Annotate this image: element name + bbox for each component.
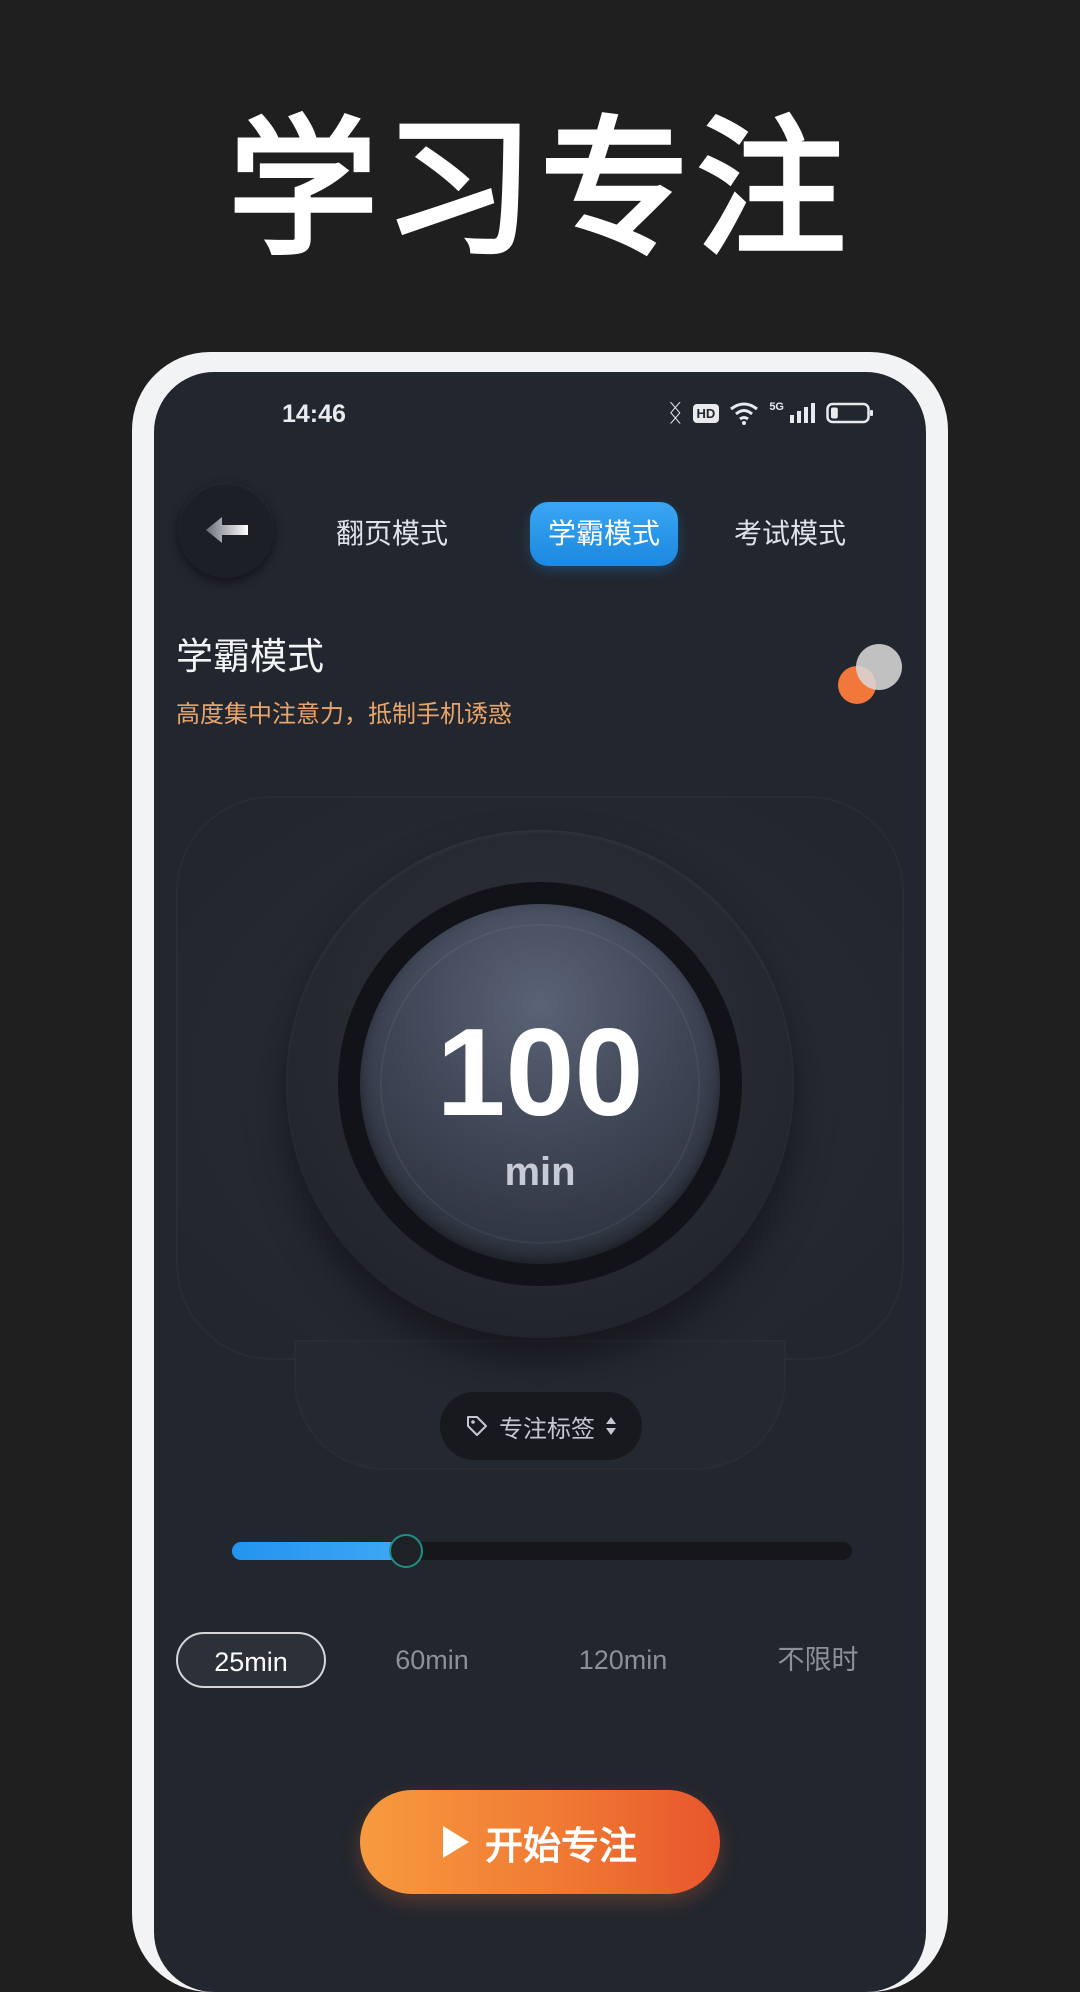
tab-xueba-mode[interactable]: 学霸模式 [530,502,678,566]
wifi-icon [729,401,759,425]
signal-type-label: 5G [769,401,784,413]
phone-screen: 14:46 ᛝ HD 5G 翻页模式 学霸模式 考试模式 学霸模式 高度集中注意… [154,372,926,1992]
start-focus-label: 开始专注 [484,1823,637,1868]
back-arrow-icon [206,517,248,543]
signal-icon [788,401,816,425]
promo-title: 学习专注 [227,103,852,277]
duration-option-60min[interactable]: 60min [372,1632,492,1688]
tag-icon [467,1416,487,1436]
timer-value: 100 [436,1004,644,1142]
start-focus-button[interactable]: 开始专注 [360,1790,720,1894]
tab-exam-mode[interactable]: 考试模式 [720,502,860,566]
duration-option-unlimited[interactable]: 不限时 [758,1632,878,1688]
battery-icon [826,401,874,425]
duration-slider-thumb[interactable] [388,1534,423,1568]
bluetooth-icon: ᛝ [668,399,683,427]
mode-title: 学霸模式 [176,635,324,678]
duration-slider[interactable] [232,1534,852,1568]
tab-flip-mode[interactable]: 翻页模式 [322,502,462,566]
grey-dot-icon [856,644,902,690]
status-time: 14:46 [282,400,346,428]
timer-unit: min [504,1150,576,1194]
status-icons: ᛝ HD 5G [668,398,874,428]
back-button[interactable] [178,482,274,578]
duration-slider-fill [232,1542,406,1560]
hd-icon: HD [692,403,720,423]
play-icon [442,1826,469,1858]
theme-toggle[interactable] [838,644,918,704]
sort-arrows-icon [606,1417,616,1435]
focus-tag-selector[interactable]: 专注标签 [440,1392,642,1460]
duration-option-25min[interactable]: 25min [176,1632,326,1688]
phone-frame: 14:46 ᛝ HD 5G 翻页模式 学霸模式 考试模式 学霸模式 高度集中注意… [132,352,948,1992]
mode-description: 高度集中注意力，抵制手机诱惑 [176,700,512,728]
focus-tag-label: 专注标签 [499,1414,595,1443]
duration-option-120min[interactable]: 120min [558,1632,688,1688]
